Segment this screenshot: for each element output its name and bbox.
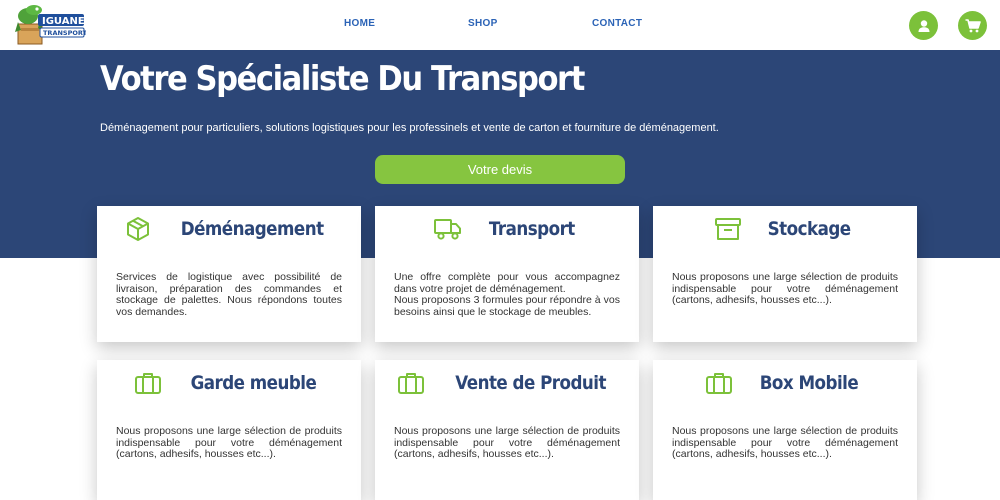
user-icon [918,19,929,32]
card-title: Transport [489,218,575,240]
card-title: Garde meuble [190,372,316,394]
quote-button[interactable]: Votre devis [375,155,625,184]
card-description: Services de logistique avec possibilité … [116,271,342,318]
service-card-box-mobile[interactable]: Box Mobile Nous proposons une large séle… [653,360,917,500]
nav-home-link[interactable]: HOME [344,18,375,29]
cart-icon [965,18,981,32]
service-card-vente-de-produit[interactable]: Vente de Produit Nous proposons une larg… [375,360,639,500]
suitcase-icon [398,373,425,394]
archive-icon [714,218,741,240]
truck-icon [434,219,462,240]
site-header: IGUANE TRANSPORT HOME SHOP CONTACT [0,0,1000,50]
service-card-stockage[interactable]: Stockage Nous proposons une large sélect… [653,206,917,342]
cart-button[interactable] [958,11,987,40]
box-icon [126,217,149,241]
nav-shop-link[interactable]: SHOP [468,18,498,29]
card-title: Box Mobile [759,372,859,394]
hero-title: Votre Spécialiste Du Transport [100,59,585,99]
card-description: Nous proposons une large sélection de pr… [672,425,898,460]
suitcase-icon [134,373,161,394]
card-description: Nous proposons une large sélection de pr… [672,271,898,306]
service-card-garde-meuble[interactable]: Garde meuble Nous proposons une large sé… [97,360,361,500]
service-card-transport[interactable]: Transport Une offre complète pour vous a… [375,206,639,342]
nav-contact-link[interactable]: CONTACT [592,18,642,29]
card-description: Nous proposons une large sélection de pr… [394,425,620,460]
card-title: Déménagement [180,218,324,240]
account-button[interactable] [909,11,938,40]
logo-text-top: IGUANE [42,16,85,27]
card-description: Une offre complète pour vous accompagnez… [394,271,620,318]
card-description: Nous proposons une large sélection de pr… [116,425,342,460]
site-logo[interactable]: IGUANE TRANSPORT [12,2,88,48]
logo-text-bottom: TRANSPORT [43,29,86,37]
service-card-demenagement[interactable]: Déménagement Services de logistique avec… [97,206,361,342]
card-title: Vente de Produit [455,372,607,394]
card-title: Stockage [767,218,851,240]
suitcase-icon [706,373,733,394]
hero-subtitle: Déménagement pour particuliers, solution… [100,122,719,134]
